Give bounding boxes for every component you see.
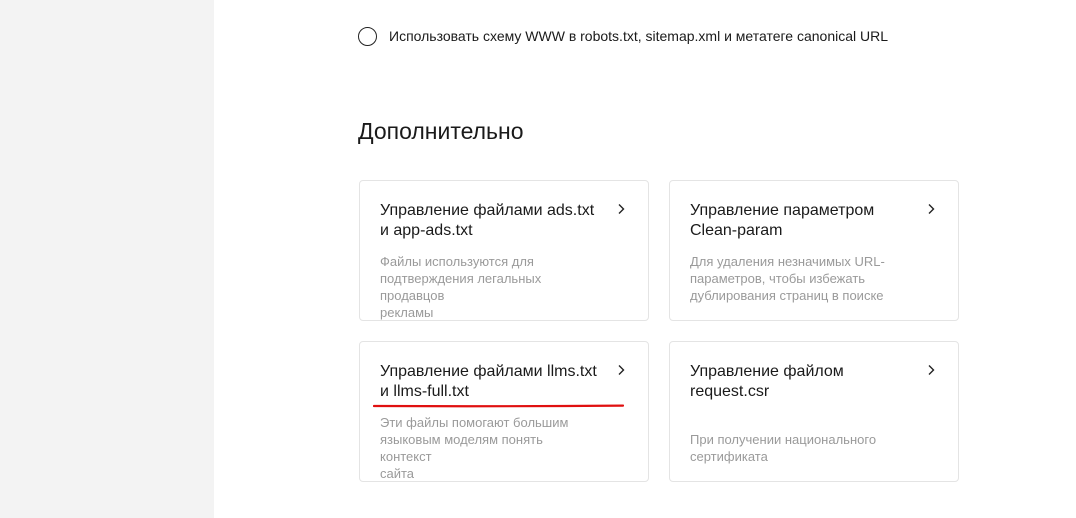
card-desc-line: Эти файлы помогают большим [380,415,569,430]
card-description: При получении национального сертификата [690,414,908,465]
card-desc-line: языковым моделям понять контекст [380,432,543,464]
card-title-line: Clean-param [690,222,783,239]
card-desc-line: При получении национального [690,432,877,447]
card-desc-line: Для удаления незначимых URL- [690,254,885,269]
radio-button[interactable] [358,26,377,46]
card-title-line: и app-ads.txt [380,222,473,239]
card-desc-line: рекламы [380,305,434,320]
card-title-line: и llms-full.txt [380,383,469,400]
card-desc-line: сайта [380,466,415,481]
card-ads-txt[interactable]: Управление файлами ads.txt и app-ads.txt… [359,180,649,321]
card-title-line: Управление параметром [690,202,875,219]
card-title-line: Управление файлами llms.txt [380,363,597,380]
card-description: Эти файлы помогают большим языковым моде… [380,414,598,482]
chevron-right-icon[interactable] [616,364,626,376]
card-title: Управление файлами llms.txt и llms-full.… [380,362,598,402]
chevron-right-icon[interactable] [616,203,626,215]
card-title: Управление файлом request.csr [690,362,908,402]
card-title-line: Управление файлами ads.txt [380,202,595,219]
card-desc-line: Файлы используются для [380,254,534,269]
card-desc-line: сертификата [690,449,768,464]
card-desc-line: дублирования страниц в поиске [690,288,884,303]
left-sidebar-panel [0,0,214,518]
card-title-line: Управление файлом [690,363,844,380]
card-title: Управление параметром Clean-param [690,201,908,241]
radio-label: Использовать схему WWW в robots.txt, sit… [389,28,889,44]
card-description: Файлы используются для подтверждения лег… [380,253,598,321]
card-request-csr[interactable]: Управление файлом request.csr При получе… [669,341,959,482]
www-scheme-radio-option[interactable]: Использовать схему WWW в robots.txt, sit… [358,24,888,48]
card-description: Для удаления незначимых URL- параметров,… [690,253,908,304]
chevron-right-icon[interactable] [926,203,936,215]
card-desc-line: параметров, чтобы избежать [690,271,866,286]
chevron-right-icon[interactable] [926,364,936,376]
card-desc-line: подтверждения легальных продавцов [380,271,542,303]
card-llms-txt[interactable]: Управление файлами llms.txt и llms-full.… [359,341,649,482]
card-title-line: request.csr [690,383,770,400]
card-title: Управление файлами ads.txt и app-ads.txt [380,201,598,241]
section-title: Дополнительно [358,118,524,144]
card-clean-param[interactable]: Управление параметром Clean-param Для уд… [669,180,959,321]
